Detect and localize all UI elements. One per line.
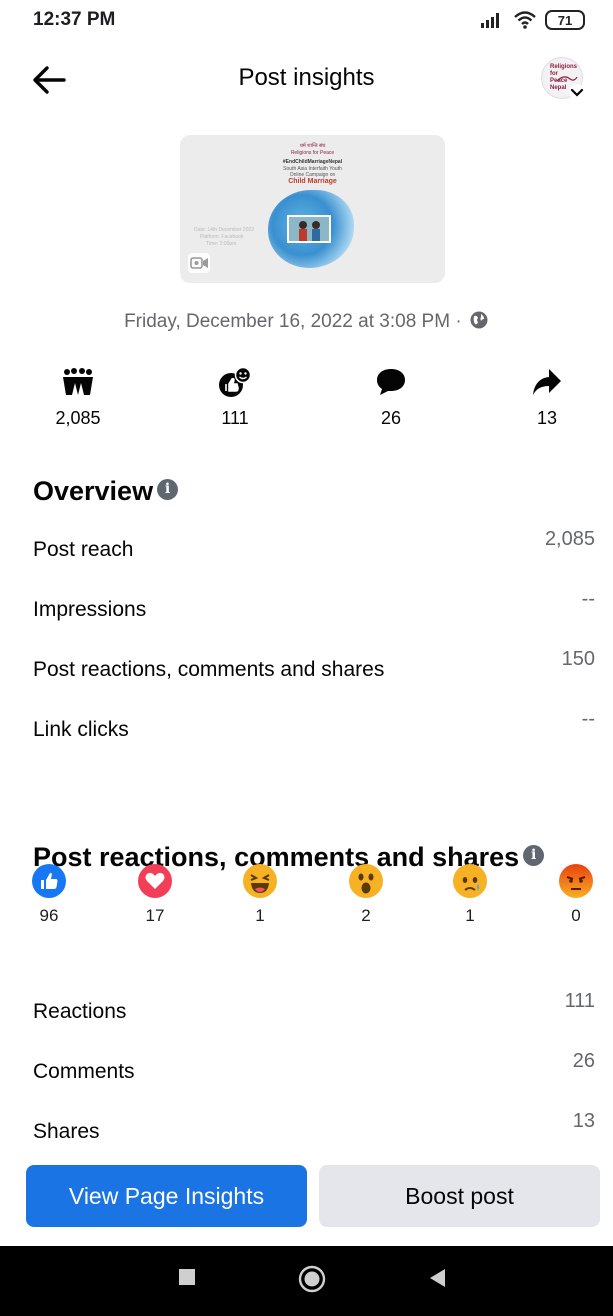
chevron-down-icon <box>570 88 584 97</box>
status-time: 12:37 PM <box>33 9 116 30</box>
nav-back-button[interactable] <box>428 1268 446 1293</box>
reaction-wow: 2 <box>336 864 396 926</box>
shares-value: 13 <box>572 1110 595 1132</box>
status-bar: 12:37 PM 71 <box>0 0 613 42</box>
reaction-angry-count: 0 <box>571 906 581 925</box>
like-icon <box>32 864 66 898</box>
home-button[interactable] <box>298 1265 326 1298</box>
metric-reach: 2,085 <box>28 365 128 429</box>
overview-title: Overview i <box>33 476 179 507</box>
impressions-value: -- <box>581 588 595 610</box>
thumbnail-time: Time: 2:00pm <box>206 241 237 247</box>
reaction-breakdown: 96 17 1 2 1 0 <box>0 864 613 934</box>
people-reached-icon <box>63 368 93 395</box>
love-icon <box>138 864 172 898</box>
recents-icon <box>179 1269 195 1285</box>
thumbnail-org-nepali: धर्म शान्ति संघ <box>299 143 326 149</box>
overview-row-impressions: Impressions -- <box>33 588 595 628</box>
engagement-label: Post reactions, comments and shares <box>33 658 385 681</box>
engagement-row-shares: Shares 13 <box>33 1110 595 1150</box>
video-icon <box>190 257 208 269</box>
thumbnail-org-name: Religions for Peace <box>290 150 335 156</box>
page-title: Post insights <box>238 64 375 91</box>
thumbnail-topic: Child Marriage <box>288 178 337 185</box>
reactions-value: 111 <box>564 990 595 1012</box>
comment-icon <box>377 369 405 395</box>
comments-label: Comments <box>33 1060 135 1083</box>
thumbnail-platform: Platform: Facebook <box>200 234 244 240</box>
battery-icon: 71 <box>545 10 585 30</box>
metric-comments-value: 26 <box>380 408 402 428</box>
comments-value: 26 <box>572 1050 595 1072</box>
sad-icon <box>453 864 487 898</box>
engagement-row-comments: Comments 26 <box>33 1050 595 1090</box>
post-reach-value: 2,085 <box>544 528 595 550</box>
reaction-angry: 0 <box>546 864 606 926</box>
couple-illustration <box>299 221 320 241</box>
angry-icon <box>559 864 593 898</box>
post-date: Friday, December 16, 2022 at 3:08 PM · <box>0 310 613 333</box>
engagement-row-reactions: Reactions 111 <box>33 990 595 1030</box>
signal-icon <box>481 13 499 28</box>
reaction-haha-count: 1 <box>255 906 265 925</box>
post-reach-label: Post reach <box>33 538 134 561</box>
reaction-love-count: 17 <box>145 906 165 925</box>
haha-icon <box>243 864 277 898</box>
account-switch-button[interactable] <box>569 84 585 100</box>
metric-shares: 13 <box>497 365 597 429</box>
post-date-text: Friday, December 16, 2022 at 3:08 PM · <box>124 311 462 332</box>
wow-icon <box>349 864 383 898</box>
status-icons: 71 <box>479 10 585 30</box>
metric-reactions-value: 111 <box>221 408 249 428</box>
overview-title-text: Overview <box>33 476 154 506</box>
top-bar: Post insights Religions for Peace Nepal <box>0 42 613 114</box>
impressions-label: Impressions <box>33 598 147 621</box>
overview-row-engagement: Post reactions, comments and shares 150 <box>33 648 595 688</box>
avatar-logo-swoosh <box>556 76 578 82</box>
boost-post-button[interactable]: Boost post <box>319 1165 600 1227</box>
metric-comments: 26 <box>341 365 441 429</box>
thumbnail-photo <box>287 215 331 243</box>
shares-label: Shares <box>33 1120 100 1143</box>
overview-row-post-reach: Post reach 2,085 <box>33 528 595 568</box>
wifi-icon <box>514 11 536 29</box>
metric-reach-value: 2,085 <box>55 408 101 428</box>
reaction-like-count: 96 <box>39 906 59 925</box>
reactions-icon <box>219 366 252 397</box>
metric-shares-value: 13 <box>536 408 558 428</box>
home-icon <box>298 1265 326 1293</box>
recents-button[interactable] <box>178 1268 196 1291</box>
metric-reactions: 111 <box>185 365 285 429</box>
reaction-like: 96 <box>19 864 79 926</box>
reaction-haha: 1 <box>230 864 290 926</box>
link-clicks-label: Link clicks <box>33 718 129 741</box>
engagement-value: 150 <box>561 648 595 670</box>
system-nav-bar <box>0 1246 613 1316</box>
post-metrics: 2,085 111 26 13 <box>0 365 613 435</box>
reaction-wow-count: 2 <box>361 906 371 925</box>
back-icon <box>430 1269 445 1287</box>
video-badge <box>188 253 210 273</box>
thumbnail-date: Date: 14th December 2022 <box>194 227 255 233</box>
reaction-love: 17 <box>125 864 185 926</box>
globe-icon <box>470 311 488 329</box>
post-thumbnail[interactable]: धर्म शान्ति संघ Religions for Peace #End… <box>180 135 445 283</box>
share-icon <box>533 369 561 395</box>
reactions-label: Reactions <box>33 1000 127 1023</box>
view-page-insights-button[interactable]: View Page Insights <box>26 1165 307 1227</box>
thumbnail-hashtag: #EndChildMarriageNepal <box>282 159 343 165</box>
reaction-sad-count: 1 <box>465 906 475 925</box>
link-clicks-value: -- <box>581 708 595 730</box>
overview-info-icon[interactable]: i <box>157 479 179 501</box>
reaction-sad: 1 <box>440 864 500 926</box>
overview-row-link-clicks: Link clicks -- <box>33 708 595 748</box>
